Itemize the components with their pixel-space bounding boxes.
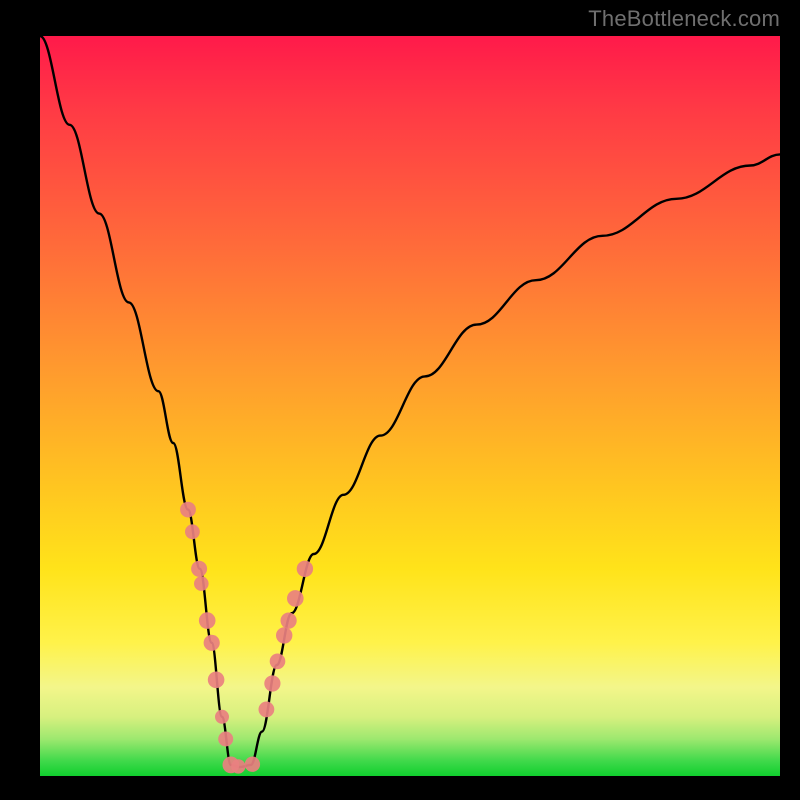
curve-marker xyxy=(270,654,286,670)
curve-marker xyxy=(276,627,292,643)
curve-marker xyxy=(297,561,313,577)
curve-marker xyxy=(287,590,304,607)
curve-marker xyxy=(194,576,209,591)
curve-marker xyxy=(215,710,229,724)
curve-marker xyxy=(199,612,216,629)
curve-marker xyxy=(218,732,233,747)
chart-frame: TheBottleneck.com xyxy=(0,0,800,800)
curve-marker xyxy=(185,524,200,539)
curve-marker xyxy=(208,672,225,689)
curve-marker xyxy=(231,759,245,773)
curve-marker xyxy=(180,502,196,518)
watermark-text: TheBottleneck.com xyxy=(588,6,780,32)
curve-marker xyxy=(191,561,207,577)
curve-marker xyxy=(264,675,280,691)
curve-marker xyxy=(204,635,220,651)
curve-marker xyxy=(259,702,275,718)
curve-layer xyxy=(40,36,780,776)
curve-marker xyxy=(245,757,260,772)
plot-area xyxy=(40,36,780,776)
marker-group xyxy=(180,502,313,774)
curve-marker xyxy=(281,613,297,629)
bottleneck-curve-path xyxy=(40,36,780,767)
